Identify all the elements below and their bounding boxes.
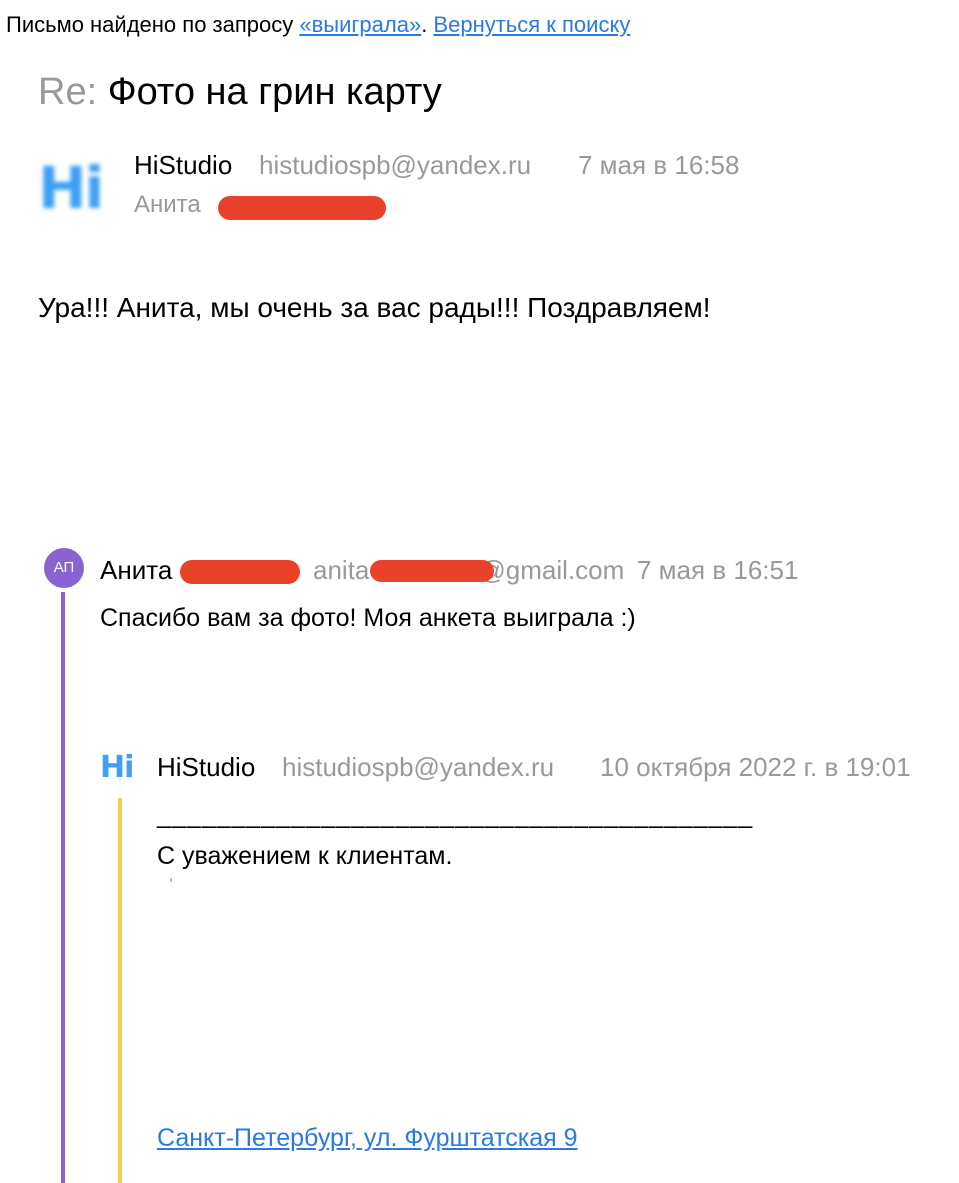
quote-bar [61, 592, 65, 1183]
redaction-mark [370, 560, 494, 582]
search-query-link[interactable]: «выиграла» [299, 12, 421, 37]
subject-text: Фото на грин карту [107, 71, 442, 113]
email-subject: Re: Фото на грин карту [38, 68, 442, 116]
quoted-sender-avatar[interactable]: АП [44, 548, 84, 588]
redaction-mark [218, 196, 386, 220]
recipient-name[interactable]: Анита [134, 188, 201, 222]
sender-avatar[interactable]: Hi [38, 152, 110, 224]
quoted-date: 7 мая в 16:51 [637, 555, 799, 585]
email-body: Ура!!! Анита, мы очень за вас рады!!! По… [38, 292, 711, 323]
faint-mark [170, 878, 172, 882]
subject-prefix: Re: [38, 71, 98, 113]
sender-email[interactable]: histudiospb@yandex.ru [259, 148, 531, 182]
search-separator: . [421, 12, 434, 37]
quoted-sender-name[interactable]: HiStudio [157, 750, 255, 784]
quoted-body: Спасибо вам за фото! Моя анкета выиграла… [100, 604, 636, 632]
signature-text: С уважением к клиентам. [157, 842, 453, 870]
quote-bar [118, 798, 122, 1183]
back-to-search-link[interactable]: Вернуться к поиску [433, 12, 630, 37]
quoted-date: 10 октября 2022 г. в 19:01 [600, 752, 911, 782]
signature-divider: ________________________________________ [157, 801, 754, 829]
quoted-sender-email[interactable]: histudiospb@yandex.ru [282, 750, 554, 784]
quoted-sender-avatar[interactable]: Hi [100, 750, 144, 786]
sender-name[interactable]: HiStudio [134, 148, 232, 182]
quoted-email-domain: @gmail.com [479, 555, 625, 585]
address-link[interactable]: Санкт-Петербург, ул. Фурштатская 9 [157, 1120, 578, 1156]
email-date: 7 мая в 16:58 [578, 150, 740, 180]
search-result-text: Письмо найдено по запросу [6, 12, 300, 37]
quoted-sender-name[interactable]: Анита [100, 553, 172, 587]
redaction-mark [180, 560, 300, 584]
search-result-banner: Письмо найдено по запросу «выиграла». Ве… [6, 10, 630, 40]
quoted-email-local: anita [313, 555, 370, 585]
